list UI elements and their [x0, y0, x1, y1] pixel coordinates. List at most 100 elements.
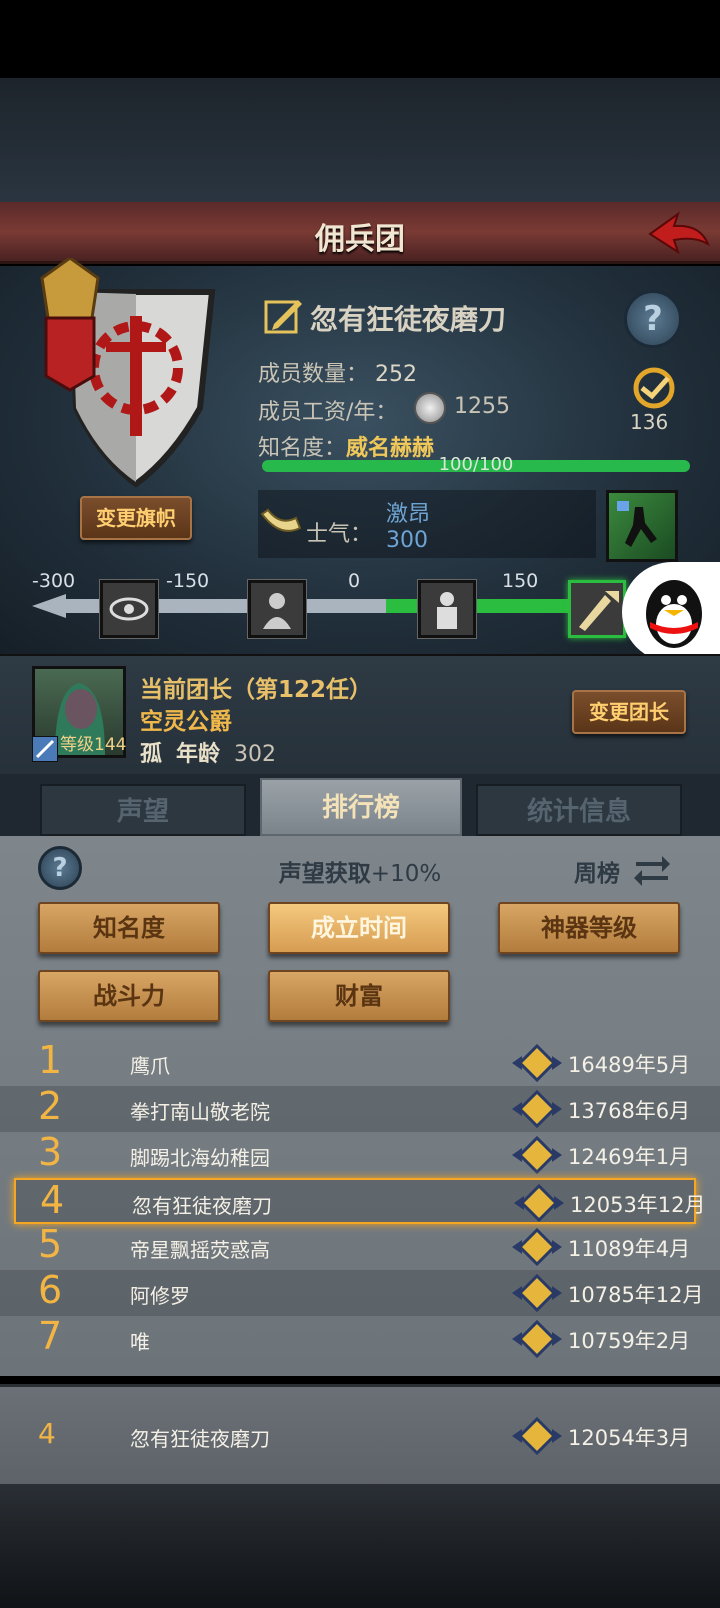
value-cell: 10785年12月: [568, 1283, 704, 1307]
achievement-badge-icon[interactable]: [624, 366, 684, 410]
rank-badge-icon: [512, 1273, 562, 1313]
ranking-header: ? 声望获取+10% 周榜: [0, 836, 720, 896]
table-row[interactable]: 1 鹰爪 16489年5月: [0, 1038, 720, 1086]
table-row[interactable]: 6 阿修罗 10785年12月: [0, 1268, 720, 1316]
fame-progress-text: 100/100: [438, 454, 514, 475]
filter-founded-button[interactable]: 成立时间: [268, 902, 450, 954]
guild-flag-icon: [32, 256, 218, 498]
value-cell: 13768年6月: [568, 1099, 691, 1123]
badge-count: 136: [630, 410, 669, 434]
morale-despair-icon[interactable]: [248, 580, 306, 638]
morale-calm-icon[interactable]: [418, 580, 476, 638]
bottom-area: [0, 1484, 720, 1608]
morale-tick-label: -150: [166, 570, 210, 592]
table-row[interactable]: 4 忽有狂徒夜磨刀 12053年12月: [14, 1178, 706, 1224]
value-cell: 11089年4月: [568, 1237, 691, 1261]
qq-floating-icon[interactable]: [622, 562, 720, 662]
member-count-value: 252: [375, 362, 418, 387]
status-bar: [0, 0, 720, 78]
leader-level: 等级144: [60, 730, 126, 755]
my-guild-entry[interactable]: 4 忽有狂徒夜磨刀 12054年3月: [0, 1413, 720, 1459]
rank-number: 6: [38, 1268, 63, 1312]
leader-panel: 等级144 当前团长（第122任） 空灵公爵 孤 年龄 302 变更团长: [0, 654, 720, 774]
my-rank: 4: [38, 1417, 56, 1450]
guild-name-cell: 拳打南山敬老院: [130, 1100, 270, 1124]
table-row[interactable]: 2 拳打南山敬老院 13768年6月: [0, 1084, 720, 1132]
help-icon[interactable]: ?: [624, 290, 682, 348]
rank-number: 3: [38, 1130, 63, 1174]
reputation-bonus-label: 声望获取: [278, 861, 371, 887]
morale-tick-label: -300: [32, 570, 76, 592]
leader-title: 当前团长（第122任）: [140, 677, 373, 703]
value-cell: 10759年2月: [568, 1329, 691, 1353]
my-guild-row: 4 忽有狂徒夜磨刀 12054年3月: [0, 1384, 720, 1484]
guild-name-cell: 忽有狂徒夜磨刀: [132, 1194, 272, 1218]
leader-meta: 孤 年龄 302: [140, 736, 276, 768]
rank-badge-icon: [514, 1183, 564, 1223]
change-leader-button[interactable]: 变更团长: [572, 690, 686, 734]
leader-trait: 孤: [140, 742, 163, 767]
leader-level-value: 144: [94, 735, 127, 755]
rank-badge-icon: [512, 1135, 562, 1175]
guild-name-cell: 阿修罗: [130, 1284, 190, 1308]
guild-name-cell: 脚踢北海幼稚园: [130, 1146, 270, 1170]
value-cell: 12469年1月: [568, 1145, 691, 1169]
leader-name: 空灵公爵: [140, 709, 232, 735]
rank-number: 4: [40, 1178, 65, 1222]
wage-value: 1255: [454, 394, 510, 419]
rank-number: 1: [38, 1038, 63, 1082]
tab-statistics[interactable]: 统计信息: [476, 784, 682, 836]
table-row[interactable]: 7 唯 10759年2月: [0, 1314, 720, 1362]
silver-coin-icon: [414, 392, 446, 424]
swap-icon[interactable]: [632, 852, 672, 886]
rank-badge-icon: [512, 1089, 562, 1129]
member-count-row: 成员数量： 252: [258, 356, 417, 388]
tab-ranking[interactable]: 排行榜: [260, 778, 462, 836]
value-cell: 16489年5月: [568, 1053, 691, 1077]
table-row[interactable]: 5 帝星飘摇荧惑高 11089年4月: [0, 1222, 720, 1270]
filter-power-button[interactable]: 战斗力: [38, 970, 220, 1022]
back-arrow-icon[interactable]: [648, 210, 710, 256]
leader-age-label: 年龄: [176, 742, 221, 767]
morale-tick-label: 150: [502, 570, 539, 592]
tab-bar: 声望 排行榜 统计信息: [0, 774, 720, 836]
filter-fame-button[interactable]: 知名度: [38, 902, 220, 954]
leader-level-label: 等级: [60, 735, 94, 755]
guild-name-cell: 鹰爪: [130, 1054, 170, 1078]
filter-wealth-button[interactable]: 财富: [268, 970, 450, 1022]
rank-number: 7: [38, 1314, 63, 1358]
tab-reputation[interactable]: 声望: [40, 784, 246, 836]
table-row[interactable]: 3 脚踢北海幼稚园 12469年1月: [0, 1130, 720, 1178]
member-count-label: 成员数量：: [258, 362, 369, 387]
morale-action-icon[interactable]: [606, 490, 678, 562]
morale-label: 士气：: [306, 522, 373, 547]
rank-badge-icon: [512, 1043, 562, 1083]
filter-artifact-button[interactable]: 神器等级: [498, 902, 680, 954]
morale-high-icon[interactable]: [568, 580, 626, 638]
rank-number: 5: [38, 1222, 63, 1266]
my-guild-name: 忽有狂徒夜磨刀: [130, 1427, 270, 1451]
horn-icon: [260, 508, 302, 542]
morale-state: 激昂: [386, 502, 431, 527]
period-label[interactable]: 周榜: [574, 854, 620, 888]
title-bar: 佣兵团: [0, 202, 720, 264]
guild-name-cell: 唯: [130, 1330, 150, 1354]
morale-tick-label: 0: [348, 570, 361, 592]
my-guild-value: 12054年3月: [568, 1426, 691, 1450]
rank-badge-icon: [512, 1319, 562, 1359]
reputation-bonus-value: +10%: [370, 861, 442, 887]
background: [0, 78, 720, 202]
rank-number: 2: [38, 1084, 63, 1128]
guild-name-cell: 帝星飘摇荧惑高: [130, 1238, 270, 1262]
leader-age-value: 302: [234, 742, 277, 767]
value-cell: 12053年12月: [570, 1193, 706, 1217]
wage-label: 成员工资/年：: [258, 400, 398, 425]
edit-name-icon[interactable]: [264, 296, 304, 336]
page-title: 佣兵团: [315, 222, 405, 257]
morale-eye-icon[interactable]: [100, 580, 158, 638]
change-flag-button[interactable]: 变更旗帜: [80, 496, 192, 540]
guild-name: 忽有狂徒夜磨刀: [310, 303, 507, 336]
wage-row: 成员工资/年：: [258, 394, 397, 426]
morale-value: 300: [386, 528, 428, 553]
rank-badge-icon: [512, 1227, 562, 1267]
